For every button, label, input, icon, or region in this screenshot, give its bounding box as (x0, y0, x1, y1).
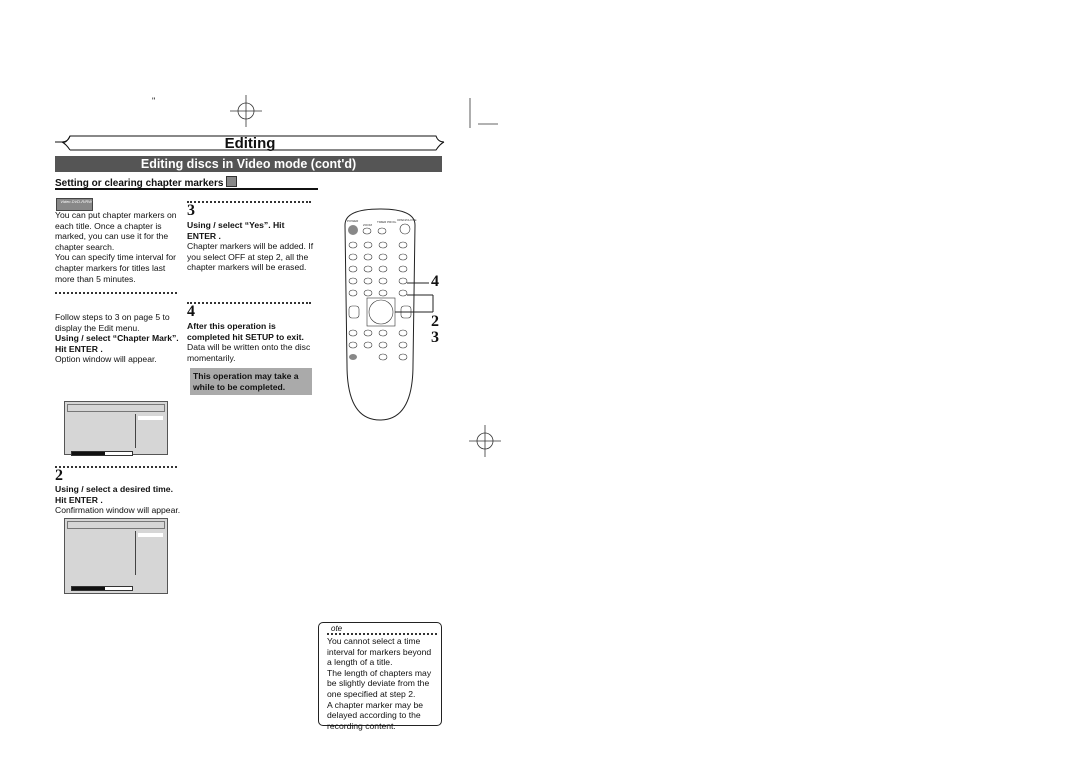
crosshair-icon (230, 95, 262, 127)
note-box: ote You cannot select a time interval fo… (318, 622, 442, 731)
callout-label: 3 (431, 329, 439, 346)
crosshair-icon (469, 425, 501, 457)
registration-marks (55, 95, 501, 457)
step-2: Using / select a desired time. Hit ENTER… (55, 484, 181, 516)
step-1: Follow steps to 3 on page 5 to display t… (55, 312, 179, 365)
step-number: 2 (55, 467, 63, 484)
option-window-screenshot (64, 401, 168, 456)
step-number: 4 (187, 303, 195, 320)
crop-mark-icon (469, 98, 498, 128)
intro-text: You can put chapter markers on each titl… (55, 210, 177, 284)
svg-text:OPEN/CLOSE: OPEN/CLOSE (397, 218, 417, 222)
manual-page: " Editing Editing discs in Video mode (c… (0, 0, 1080, 780)
step-number: 3 (187, 202, 195, 219)
svg-text:POWER: POWER (347, 219, 359, 223)
section-banner: Editing discs in Video mode (cont'd) (55, 156, 442, 172)
callout-box: This operation may take a while to be co… (190, 368, 312, 396)
remote-control-illustration: POWER ZOOM TIMER PROG. OPEN/CLOSE (344, 208, 434, 421)
divider (55, 188, 318, 190)
wrench-icon (226, 176, 238, 187)
power-button (348, 225, 358, 235)
callout-label: 4 (431, 273, 439, 290)
svg-text:TIMER PROG.: TIMER PROG. (377, 220, 397, 224)
confirmation-window-screenshot (64, 518, 168, 594)
step-3: Using / select “Yes”. Hit ENTER . Chapte… (187, 220, 314, 273)
step-4: After this operation is completed hit SE… (187, 321, 311, 363)
page-title: Editing (224, 135, 276, 152)
callout-label: 2 (431, 313, 439, 330)
svg-text:ZOOM: ZOOM (363, 223, 372, 227)
